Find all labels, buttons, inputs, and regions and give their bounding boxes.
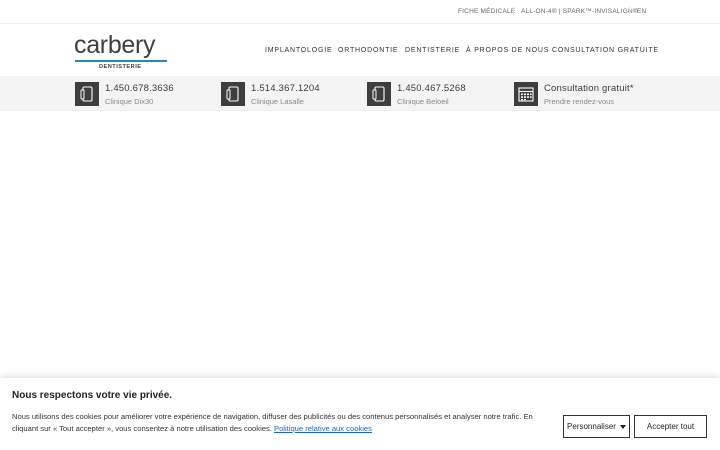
nav-item-a-propos[interactable]: À PROPOS DE NOUS: [466, 47, 549, 54]
carbery-logo[interactable]: carbery DENTISTERIE: [74, 31, 170, 70]
topbar-separator: [513, 7, 514, 16]
accept-all-button[interactable]: Accepter tout: [634, 415, 707, 438]
contact-consultation: Consultation gratuit*: [544, 83, 634, 94]
contact-phone: 1.450.467.5268: [397, 83, 466, 94]
contact-item-beloeil[interactable]: 1.450.467.5268 Clinique Beloeil: [367, 82, 477, 106]
topbar-separator: [629, 7, 630, 16]
nav-item-consultation-gratuite[interactable]: CONSULTATION GRATUITE: [552, 47, 659, 54]
nav-item-orthodontie[interactable]: ORTHODONTIE: [338, 47, 398, 54]
contact-item-consultation[interactable]: Consultation gratuit* Prendre rendez-vou…: [514, 82, 644, 106]
contact-strip: 1.450.678.3636 Clinique Dix30 1.514.367.…: [0, 76, 720, 111]
phone-icon: [221, 82, 245, 106]
contact-clinic: Clinique Dix30: [105, 97, 154, 106]
topbar-link-language-en[interactable]: EN: [637, 8, 646, 15]
contact-item-dix30[interactable]: 1.450.678.3636 Clinique Dix30: [75, 82, 185, 106]
nav-item-implantologie[interactable]: IMPLANTOLOGIE: [265, 47, 332, 54]
customize-label: Personnaliser: [567, 422, 616, 431]
phone-icon: [75, 82, 99, 106]
site-header: carbery DENTISTERIE IMPLANTOLOGIE ORTHOD…: [0, 24, 720, 76]
logo-wordmark: carbery: [74, 31, 156, 59]
contact-clinic: Clinique Lasalle: [251, 97, 304, 106]
contact-phone: 1.514.367.1204: [251, 83, 320, 94]
logo-underline: [75, 60, 167, 62]
cookie-title: Nous respectons votre vie privée.: [12, 390, 173, 401]
contact-appointment: Prendre rendez-vous: [544, 97, 615, 106]
phone-icon: [367, 82, 391, 106]
topbar-link-fiche-medicale[interactable]: FICHE MÉDICALE: [458, 8, 515, 15]
cookie-text: Nous utilisons des cookies pour améliore…: [12, 412, 533, 433]
nav-item-dentisterie[interactable]: DENTISTERIE: [405, 47, 460, 54]
caret-down-icon: [619, 424, 626, 429]
logo-subtitle: DENTISTERIE: [99, 64, 142, 70]
cookie-description: Nous utilisons des cookies pour améliore…: [12, 411, 557, 435]
cookie-consent-banner: Nous respectons votre vie privée. Nous u…: [0, 378, 720, 450]
contact-clinic: Clinique Beloeil: [397, 97, 449, 106]
topbar-link-all-on-4[interactable]: ALL-ON-4® | SPARK™-INVISALIGN®: [521, 8, 638, 15]
top-utility-bar: FICHE MÉDICALE ALL-ON-4® | SPARK™-INVISA…: [0, 0, 720, 24]
contact-item-lasalle[interactable]: 1.514.367.1204 Clinique Lasalle: [221, 82, 331, 106]
customize-button[interactable]: Personnaliser: [563, 415, 630, 438]
calendar-icon: [514, 82, 538, 106]
contact-phone: 1.450.678.3636: [105, 83, 174, 94]
cookie-policy-link[interactable]: Politique relative aux cookies: [274, 424, 372, 433]
